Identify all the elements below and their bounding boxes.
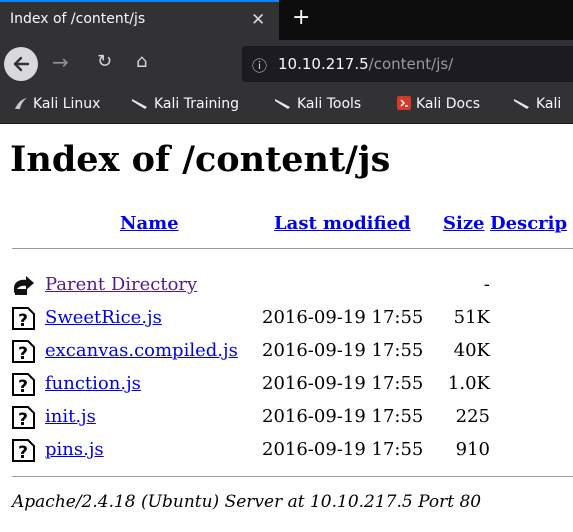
table-row: ? init.js 2016-09-19 17:55 225 <box>0 403 573 431</box>
file-size: 1.0K <box>447 373 490 394</box>
bookmark-label: Kali <box>536 96 562 112</box>
close-tab-icon[interactable]: ✕ <box>251 10 265 30</box>
file-link[interactable]: init.js <box>45 406 96 427</box>
back-arrow-icon <box>13 56 30 72</box>
kali-tool-icon <box>514 99 529 109</box>
unknown-file-icon: ? <box>12 340 35 363</box>
unknown-file-icon: ? <box>12 406 35 429</box>
table-row: Parent Directory - <box>0 271 573 299</box>
kali-dragon-icon <box>15 98 27 109</box>
kali-docs-icon <box>397 96 411 110</box>
svg-text:?: ? <box>18 311 28 330</box>
column-name-link[interactable]: Name <box>120 213 179 234</box>
svg-text:?: ? <box>18 344 28 363</box>
bookmark-kali-training[interactable]: Kali Training <box>131 96 239 112</box>
bookmark-label: Kali Training <box>154 96 239 112</box>
page-title: Index of /content/js <box>10 139 391 180</box>
bookmark-label: Kali Tools <box>297 96 362 112</box>
bookmark-kali-docs[interactable]: Kali Docs <box>397 96 480 112</box>
svg-text:?: ? <box>18 443 28 462</box>
svg-text:?: ? <box>18 410 28 429</box>
table-row: ? pins.js 2016-09-19 17:55 910 <box>0 436 573 464</box>
table-row: ? function.js 2016-09-19 17:55 1.0K <box>0 370 573 398</box>
info-icon[interactable]: ⓘ <box>252 55 267 76</box>
file-date: 2016-09-19 17:55 <box>262 406 424 427</box>
svg-text:?: ? <box>18 377 28 396</box>
new-tab-icon[interactable]: + <box>292 5 310 30</box>
tab-strip: Index of /content/js ✕ + <box>0 0 573 40</box>
tab-title: Index of /content/js <box>10 11 146 27</box>
url-path: /content/js/ <box>368 55 454 73</box>
unknown-file-icon: ? <box>12 307 35 330</box>
file-date: 2016-09-19 17:55 <box>262 340 424 361</box>
file-size: - <box>483 274 490 295</box>
divider <box>12 248 573 249</box>
file-size: 51K <box>453 307 490 328</box>
bookmarks-toolbar: Kali Linux Kali Training Kali Tools Kali… <box>0 88 573 124</box>
forward-arrow-icon[interactable]: → <box>52 50 69 74</box>
table-row: ? excanvas.compiled.js 2016-09-19 17:55 … <box>0 337 573 365</box>
file-date: 2016-09-19 17:55 <box>262 373 424 394</box>
reload-icon[interactable]: ↻ <box>97 51 112 72</box>
file-size: 910 <box>455 439 490 460</box>
divider <box>12 476 573 477</box>
file-link[interactable]: function.js <box>45 373 141 394</box>
active-tab[interactable]: Index of /content/js ✕ <box>0 0 279 40</box>
bookmark-kali-tools[interactable]: Kali Tools <box>274 96 361 112</box>
back-button[interactable] <box>4 47 38 81</box>
home-icon[interactable]: ⌂ <box>136 51 147 72</box>
page-content: Index of /content/js Name Last modified … <box>0 124 573 532</box>
bookmark-kali-linux[interactable]: Kali Linux <box>14 96 100 112</box>
file-link[interactable]: Parent Directory <box>45 274 197 295</box>
file-link[interactable]: excanvas.compiled.js <box>45 340 238 361</box>
column-description-link[interactable]: Descrip <box>490 213 567 234</box>
back-folder-icon <box>14 276 34 295</box>
address-bar[interactable]: ⓘ 10.10.217.5/content/js/ <box>242 46 573 82</box>
file-date: 2016-09-19 17:55 <box>262 439 424 460</box>
kali-tool-icon <box>275 99 290 109</box>
file-size: 40K <box>453 340 490 361</box>
bookmark-label: Kali Docs <box>416 96 481 112</box>
url-host: 10.10.217.5 <box>278 55 369 73</box>
column-size-link[interactable]: Size <box>443 213 485 234</box>
file-link[interactable]: pins.js <box>45 439 104 460</box>
bookmark-kali-more[interactable]: Kali <box>513 96 561 112</box>
unknown-file-icon: ? <box>12 439 35 462</box>
file-date: 2016-09-19 17:55 <box>262 307 424 328</box>
unknown-file-icon: ? <box>12 373 35 396</box>
file-size: 225 <box>455 406 490 427</box>
bookmark-label: Kali Linux <box>33 96 101 112</box>
url-text: 10.10.217.5/content/js/ <box>278 55 453 73</box>
column-modified-link[interactable]: Last modified <box>274 213 411 234</box>
kali-tool-icon <box>132 99 147 109</box>
server-signature: Apache/2.4.18 (Ubuntu) Server at 10.10.2… <box>12 492 482 512</box>
file-link[interactable]: SweetRice.js <box>45 307 162 328</box>
table-row: ? SweetRice.js 2016-09-19 17:55 51K <box>0 304 573 332</box>
